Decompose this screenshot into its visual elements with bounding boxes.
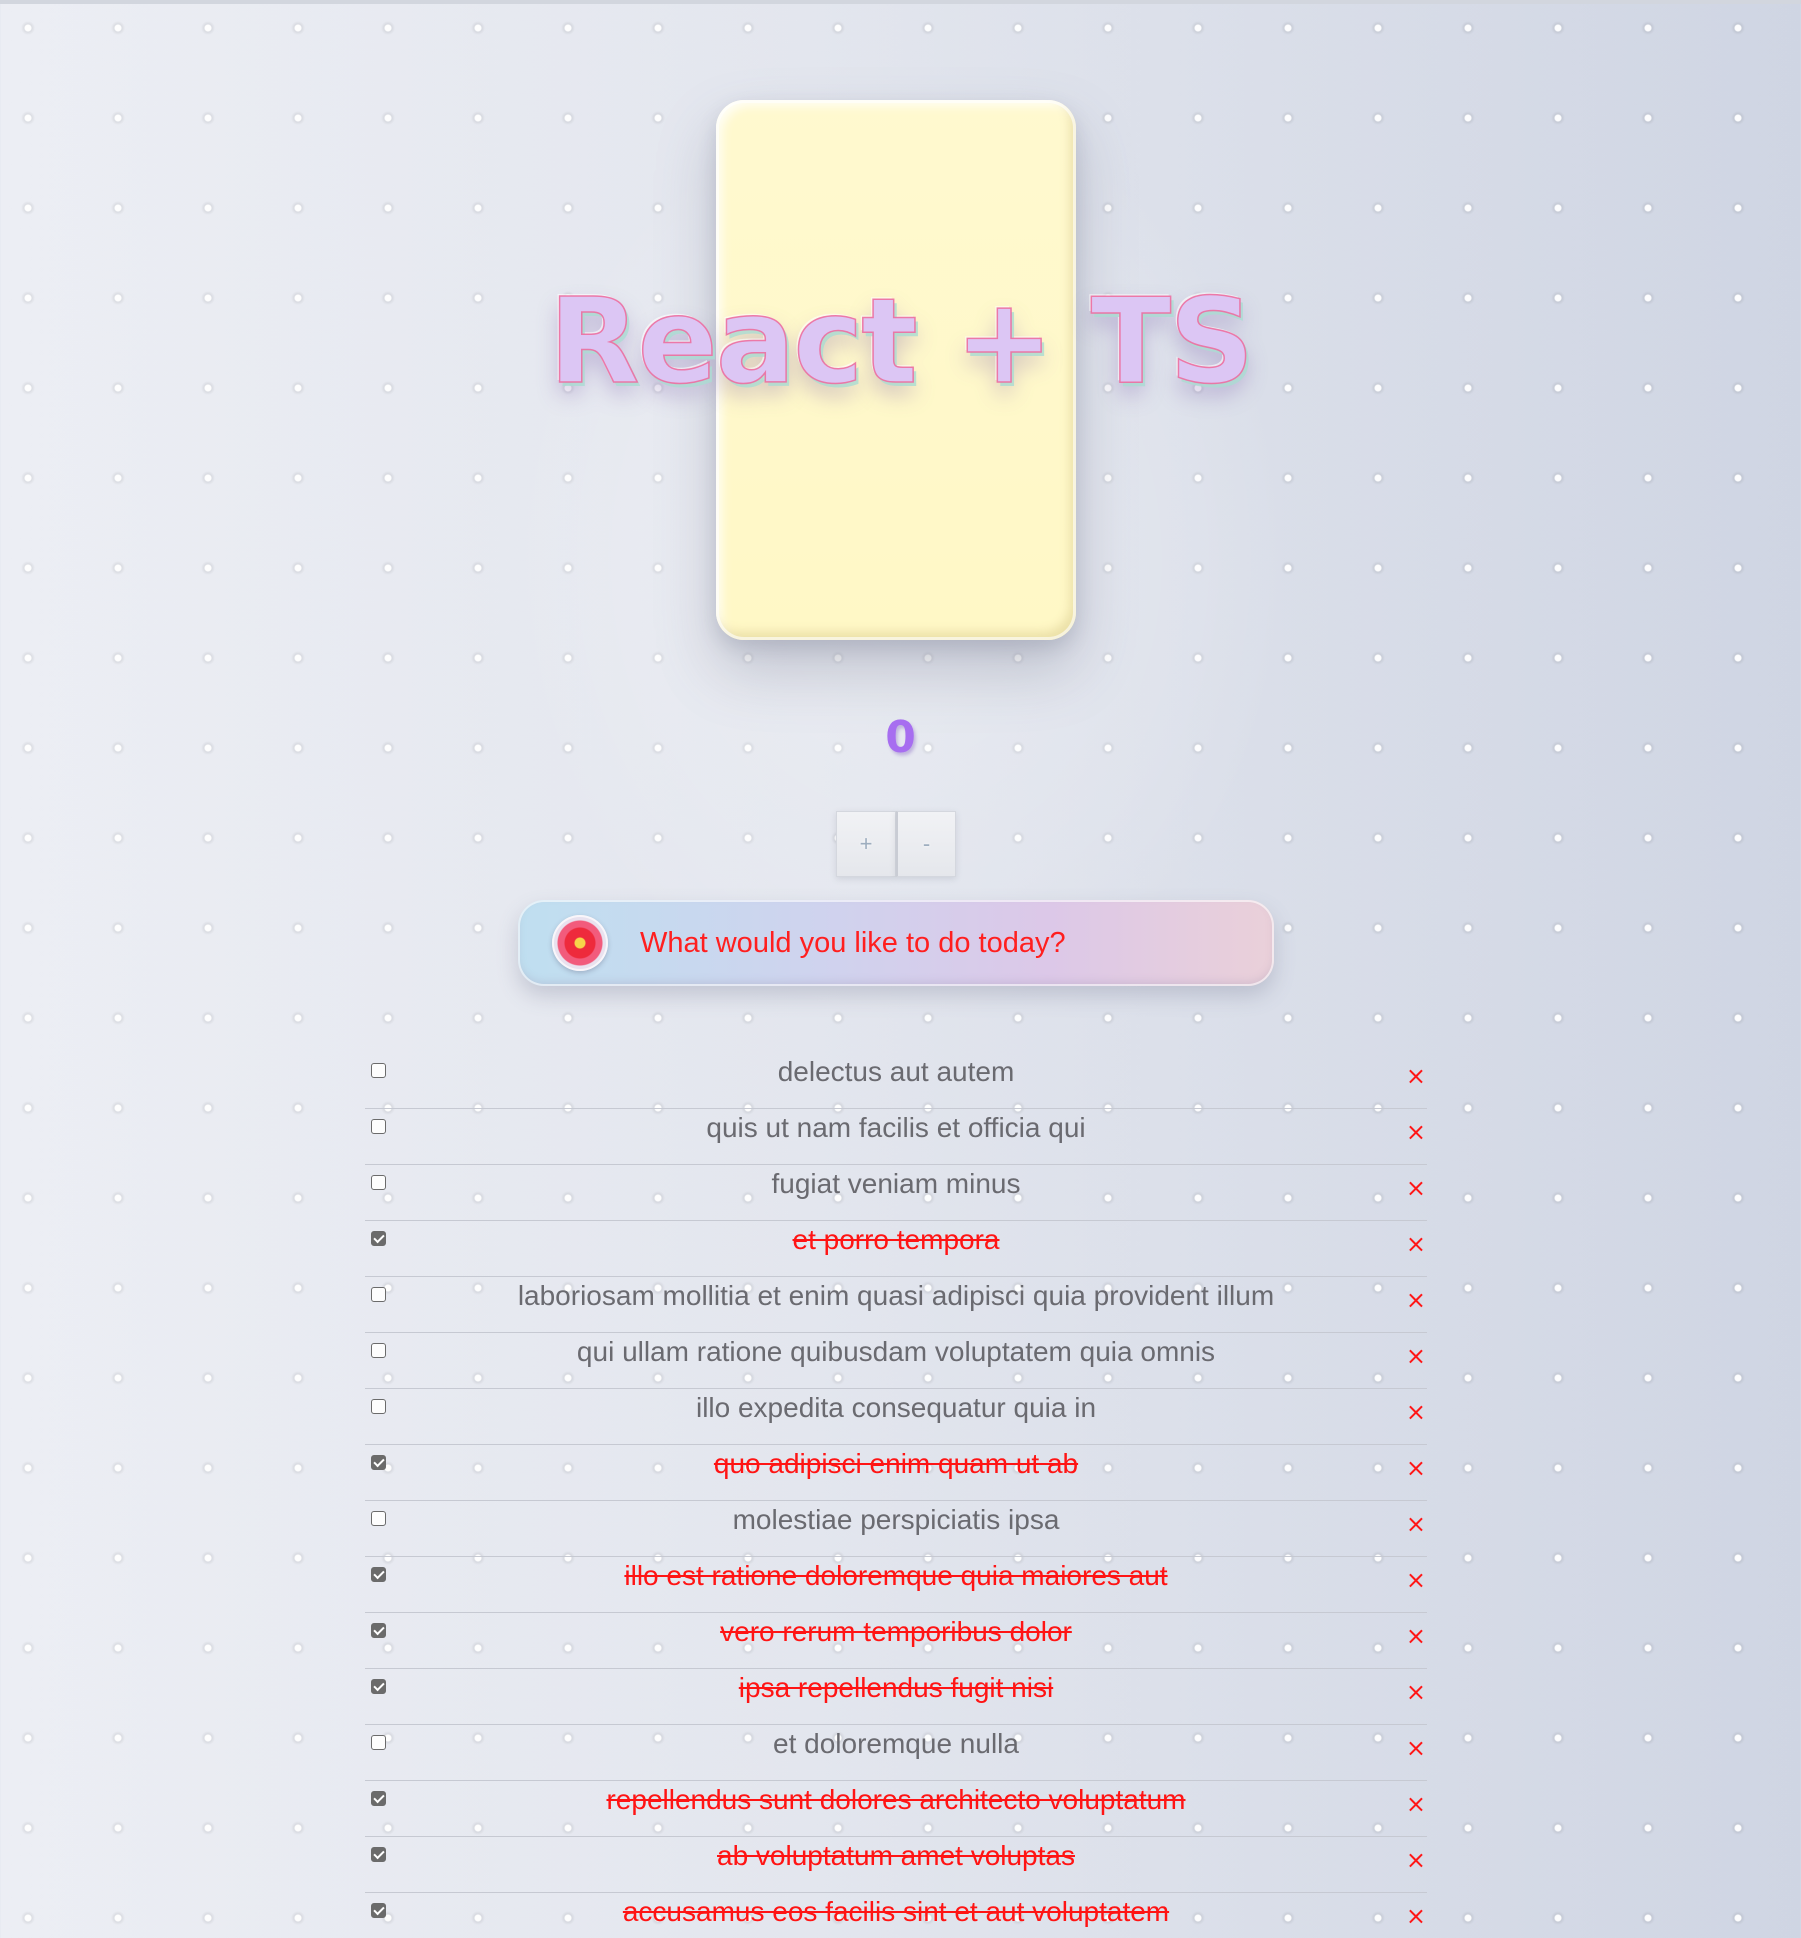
todo-item: quis ut nam facilis et officia qui × [365, 1109, 1427, 1165]
todo-item: molestiae perspiciatis ipsa × [365, 1501, 1427, 1557]
counter-value: 0 [885, 712, 916, 763]
todo-input[interactable] [640, 926, 1240, 960]
todo-checkbox[interactable] [371, 1175, 386, 1190]
todo-text: quis ut nam facilis et officia qui [706, 1112, 1086, 1143]
todo-text: repellendus sunt dolores architecto volu… [606, 1784, 1186, 1815]
todo-item: vero rerum temporibus dolor × [365, 1613, 1427, 1669]
todo-checkbox[interactable] [371, 1343, 386, 1358]
todo-checkbox[interactable] [371, 1511, 386, 1526]
todo-item: laboriosam mollitia et enim quasi adipis… [365, 1277, 1427, 1333]
todo-text: quo adipisci enim quam ut ab [713, 1448, 1079, 1479]
remove-todo-icon[interactable]: × [1406, 1736, 1426, 1760]
todo-text: delectus aut autem [777, 1056, 1015, 1087]
decrement-button[interactable]: - [896, 811, 956, 877]
todo-item: accusamus eos facilis sint et aut volupt… [365, 1893, 1427, 1938]
todo-text: laboriosam mollitia et enim quasi adipis… [517, 1280, 1275, 1311]
remove-todo-icon[interactable]: × [1406, 1848, 1426, 1872]
todo-text: illo est ratione doloremque quia maiores… [624, 1560, 1168, 1591]
todo-text: molestiae perspiciatis ipsa [732, 1504, 1060, 1535]
hero-title: React + TS [548, 272, 1255, 410]
increment-button[interactable]: + [836, 811, 896, 877]
remove-todo-icon[interactable]: × [1406, 1904, 1426, 1928]
todo-text: fugiat veniam minus [771, 1168, 1021, 1199]
todo-checkbox[interactable] [371, 1567, 386, 1582]
remove-todo-icon[interactable]: × [1406, 1568, 1426, 1592]
todo-text: ab voluptatum amet voluptas [717, 1840, 1075, 1871]
todo-text: ipsa repellendus fugit nisi [738, 1672, 1054, 1703]
remove-todo-icon[interactable]: × [1406, 1120, 1426, 1144]
todo-checkbox[interactable] [371, 1735, 386, 1750]
flower-avatar-icon [552, 915, 608, 971]
todo-text: qui ullam ratione quibusdam voluptatem q… [576, 1336, 1216, 1367]
todo-item: illo est ratione doloremque quia maiores… [365, 1557, 1427, 1613]
todo-checkbox[interactable] [371, 1455, 386, 1470]
remove-todo-icon[interactable]: × [1406, 1064, 1426, 1088]
todo-item: ab voluptatum amet voluptas × [365, 1837, 1427, 1893]
remove-todo-icon[interactable]: × [1406, 1456, 1426, 1480]
todo-checkbox[interactable] [371, 1063, 386, 1078]
todo-item: quo adipisci enim quam ut ab × [365, 1445, 1427, 1501]
remove-todo-icon[interactable]: × [1406, 1512, 1426, 1536]
counter-controls: + - [836, 811, 956, 877]
remove-todo-icon[interactable]: × [1406, 1624, 1426, 1648]
todo-text: accusamus eos facilis sint et aut volupt… [622, 1896, 1170, 1927]
todo-checkbox[interactable] [371, 1679, 386, 1694]
todo-item: illo expedita consequatur quia in × [365, 1389, 1427, 1445]
todo-item: fugiat veniam minus × [365, 1165, 1427, 1221]
todo-text: vero rerum temporibus dolor [720, 1616, 1072, 1647]
todo-item: et porro tempora × [365, 1221, 1427, 1277]
todo-checkbox[interactable] [371, 1847, 386, 1862]
remove-todo-icon[interactable]: × [1406, 1400, 1426, 1424]
todo-item: repellendus sunt dolores architecto volu… [365, 1781, 1427, 1837]
todo-checkbox[interactable] [371, 1903, 386, 1918]
remove-todo-icon[interactable]: × [1406, 1680, 1426, 1704]
todo-checkbox[interactable] [371, 1231, 386, 1246]
remove-todo-icon[interactable]: × [1406, 1232, 1426, 1256]
todo-item: delectus aut autem × [365, 1053, 1427, 1109]
remove-todo-icon[interactable]: × [1406, 1288, 1426, 1312]
todo-input-bar [518, 900, 1274, 986]
remove-todo-icon[interactable]: × [1406, 1792, 1426, 1816]
todo-checkbox[interactable] [371, 1287, 386, 1302]
browser-top-edge [0, 0, 1801, 4]
todo-item: qui ullam ratione quibusdam voluptatem q… [365, 1333, 1427, 1389]
todo-item: et doloremque nulla × [365, 1725, 1427, 1781]
todo-checkbox[interactable] [371, 1399, 386, 1414]
remove-todo-icon[interactable]: × [1406, 1344, 1426, 1368]
todo-checkbox[interactable] [371, 1623, 386, 1638]
todo-text: illo expedita consequatur quia in [695, 1392, 1097, 1423]
remove-todo-icon[interactable]: × [1406, 1176, 1426, 1200]
todo-list: delectus aut autem × quis ut nam facilis e… [365, 1053, 1427, 1938]
todo-checkbox[interactable] [371, 1791, 386, 1806]
todo-text: et porro tempora [792, 1224, 1000, 1255]
todo-checkbox[interactable] [371, 1119, 386, 1134]
todo-item: ipsa repellendus fugit nisi × [365, 1669, 1427, 1725]
todo-text: et doloremque nulla [773, 1728, 1019, 1759]
